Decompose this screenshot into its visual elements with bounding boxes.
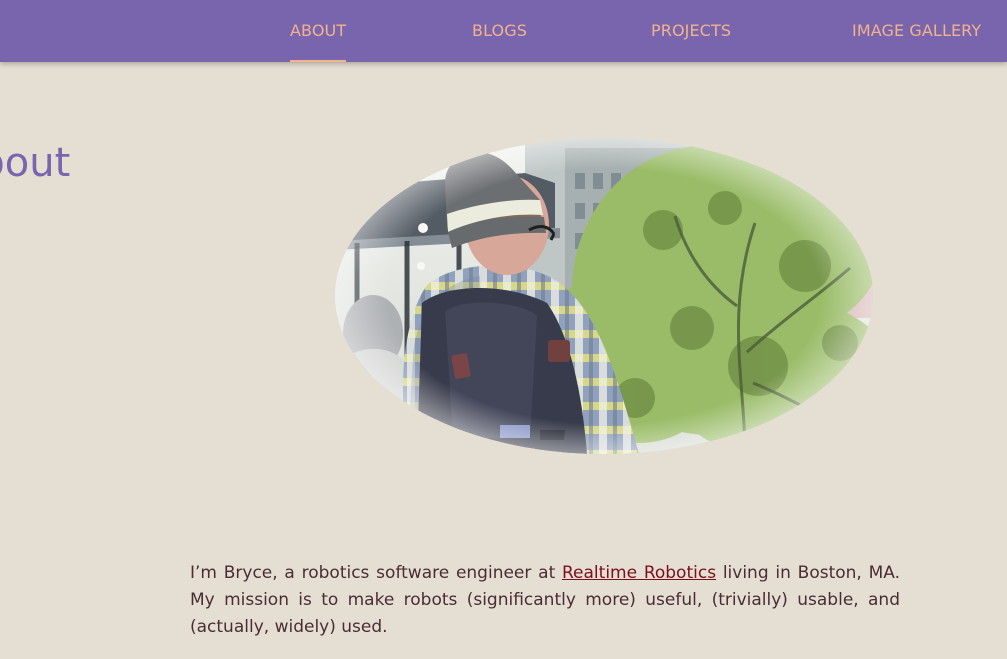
- nav-item-blogs[interactable]: BLOGS: [472, 0, 527, 62]
- bio-text: I’m Bryce, a robotics software engineer …: [190, 560, 900, 641]
- top-navigation: ABOUT BLOGS PROJECTS IMAGE GALLERY: [0, 0, 1007, 62]
- realtime-robotics-link[interactable]: Realtime Robotics: [562, 563, 716, 583]
- profile-photo: [335, 138, 873, 454]
- nav-item-about[interactable]: ABOUT: [290, 0, 347, 62]
- page-title: About: [0, 140, 71, 186]
- nav-item-image-gallery[interactable]: IMAGE GALLERY: [852, 0, 981, 62]
- nav-item-projects[interactable]: PROJECTS: [651, 0, 731, 62]
- bio-text-intro: I’m Bryce, a robotics software engineer …: [190, 563, 562, 583]
- profile-photo-image: [335, 138, 873, 454]
